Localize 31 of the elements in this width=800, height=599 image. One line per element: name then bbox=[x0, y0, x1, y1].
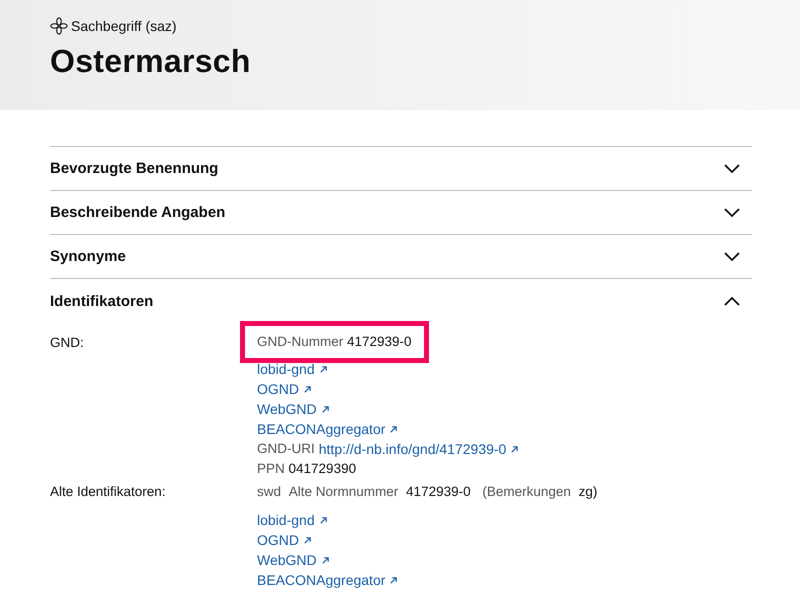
external-link[interactable]: BEACONAggregator bbox=[257, 419, 398, 439]
old-identifier: swd Alte Normnummer 4172939-0 (Bemerkungen zg) bbox=[257, 483, 598, 501]
external-link[interactable]: lobid-gnd bbox=[257, 510, 328, 530]
external-link-icon bbox=[303, 536, 312, 544]
flower-icon bbox=[50, 17, 68, 35]
external-link[interactable]: WebGND bbox=[257, 399, 330, 419]
external-link-icon bbox=[320, 404, 330, 414]
accordion-header[interactable]: Bevorzugte Benennung bbox=[50, 147, 752, 191]
accordion-header[interactable]: Identifikatoren bbox=[50, 279, 752, 323]
external-link-icon bbox=[318, 364, 328, 374]
external-link[interactable]: WebGND bbox=[257, 550, 330, 570]
identifier-label: GND: bbox=[50, 334, 85, 352]
external-link[interactable]: OGND bbox=[257, 379, 312, 399]
identifier-field: PPN 041729390 bbox=[257, 459, 356, 479]
page-title: Ostermarsch bbox=[50, 42, 252, 81]
external-link-icon bbox=[320, 556, 330, 564]
accordion-header[interactable]: Synonyme bbox=[50, 235, 752, 279]
external-link-icon bbox=[389, 576, 398, 584]
external-link[interactable]: http://d-nb.info/gnd/4172939-0 bbox=[318, 439, 520, 459]
external-link-icon bbox=[303, 384, 312, 394]
external-link-icon bbox=[389, 424, 398, 434]
identifier-label: Alte Identifikatoren: bbox=[50, 483, 167, 501]
accordion-header[interactable]: Beschreibende Angaben bbox=[50, 191, 752, 235]
field-label: GND-URI bbox=[257, 440, 315, 458]
external-link[interactable]: BEACONAggregator bbox=[257, 570, 398, 590]
entity-type: Sachbegriff (saz) bbox=[71, 18, 177, 34]
external-link[interactable]: lobid-gnd bbox=[257, 359, 328, 379]
external-link-icon bbox=[318, 516, 328, 524]
identifier-field: GND-Nummer 4172939-0 bbox=[257, 332, 412, 352]
external-link[interactable]: OGND bbox=[257, 530, 312, 550]
external-link-icon bbox=[510, 444, 520, 454]
